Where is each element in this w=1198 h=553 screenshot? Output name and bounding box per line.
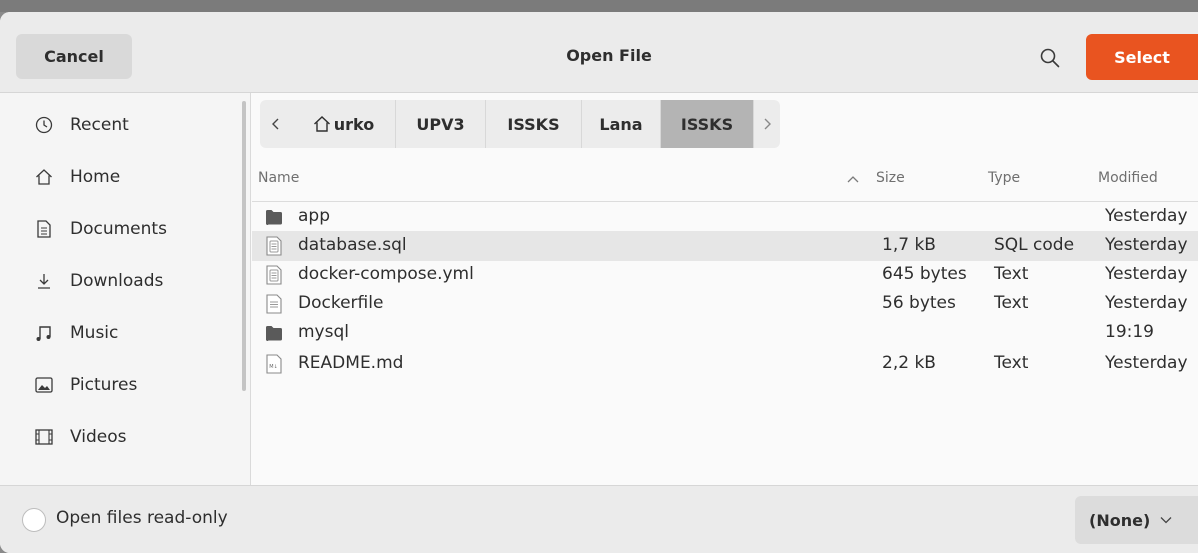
text-file-icon xyxy=(266,294,282,314)
dialog-title: Open File xyxy=(566,46,652,65)
read-only-checkbox[interactable] xyxy=(22,508,46,532)
home-icon xyxy=(34,167,54,187)
file-row-selected[interactable]: database.sql 1,7 kB SQL code Yesterday xyxy=(252,231,1198,261)
file-name: docker-compose.yml xyxy=(298,264,474,284)
svg-text:M↓: M↓ xyxy=(269,364,278,370)
places-sidebar: Recent Home Documents Downloads Music Pi… xyxy=(0,93,251,485)
breadcrumb-item[interactable]: Lana xyxy=(582,100,661,148)
file-type: SQL code xyxy=(994,235,1075,255)
markdown-file-icon: M↓ xyxy=(266,354,282,374)
document-icon xyxy=(34,219,54,239)
folder-icon xyxy=(265,210,282,225)
sort-ascending-icon[interactable] xyxy=(846,174,860,184)
file-modified: Yesterday xyxy=(1105,235,1188,255)
sidebar-item-label: Recent xyxy=(70,115,129,135)
file-name: Dockerfile xyxy=(298,293,384,313)
breadcrumb-item[interactable]: ISSKS xyxy=(486,100,582,148)
file-modified: 19:19 xyxy=(1105,322,1154,342)
sidebar-item-label: Music xyxy=(70,323,119,343)
home-icon xyxy=(313,116,330,132)
download-icon xyxy=(34,271,54,291)
sidebar-item-downloads[interactable]: Downloads xyxy=(0,255,240,307)
file-name: database.sql xyxy=(298,235,407,255)
picture-icon xyxy=(34,375,54,395)
header-bar: Cancel Open File Select xyxy=(0,12,1198,93)
file-size: 645 bytes xyxy=(882,264,967,284)
sidebar-item-documents[interactable]: Documents xyxy=(0,203,240,255)
file-type: Text xyxy=(994,353,1029,373)
breadcrumb-item-current[interactable]: ISSKS xyxy=(661,100,754,148)
file-name: README.md xyxy=(298,353,404,373)
text-file-icon xyxy=(266,236,282,256)
folder-icon xyxy=(265,326,282,341)
file-row[interactable]: docker-compose.yml 645 bytes Text Yester… xyxy=(252,260,1198,290)
sidebar-item-label: Documents xyxy=(70,219,167,239)
column-header-size[interactable]: Size xyxy=(876,170,905,186)
file-row[interactable]: Dockerfile 56 bytes Text Yesterday xyxy=(252,289,1198,319)
column-header-modified[interactable]: Modified xyxy=(1098,170,1158,186)
filter-value: (None) xyxy=(1089,510,1151,530)
column-header-name[interactable]: Name xyxy=(258,170,299,186)
breadcrumb: urko UPV3 ISSKS Lana ISSKS xyxy=(260,100,780,148)
read-only-label: Open files read-only xyxy=(56,508,228,528)
sidebar-item-pictures[interactable]: Pictures xyxy=(0,359,240,411)
file-filter-dropdown[interactable]: (None) xyxy=(1075,496,1198,544)
video-icon xyxy=(34,427,54,447)
file-modified: Yesterday xyxy=(1105,353,1188,373)
breadcrumb-item-home[interactable]: urko xyxy=(292,100,396,148)
file-row[interactable]: app Yesterday xyxy=(252,202,1198,232)
file-name: app xyxy=(298,206,330,226)
sidebar-item-label: Videos xyxy=(70,427,127,447)
file-row[interactable]: mysql 19:19 xyxy=(252,318,1198,348)
breadcrumb-forward-button[interactable] xyxy=(754,100,780,148)
footer-bar: Open files read-only (None) xyxy=(0,485,1198,553)
file-type: Text xyxy=(994,264,1029,284)
search-icon[interactable] xyxy=(1038,46,1062,70)
file-size: 2,2 kB xyxy=(882,353,936,373)
file-size: 56 bytes xyxy=(882,293,956,313)
sidebar-scrollbar[interactable] xyxy=(242,101,246,391)
file-size: 1,7 kB xyxy=(882,235,936,255)
sidebar-item-label: Pictures xyxy=(70,375,138,395)
column-header-type[interactable]: Type xyxy=(988,170,1020,186)
chevron-left-icon xyxy=(272,118,279,130)
file-modified: Yesterday xyxy=(1105,206,1188,226)
breadcrumb-item[interactable]: UPV3 xyxy=(396,100,486,148)
file-modified: Yesterday xyxy=(1105,264,1188,284)
sidebar-item-recent[interactable]: Recent xyxy=(0,99,240,151)
sidebar-item-videos[interactable]: Videos xyxy=(0,411,240,463)
open-file-dialog: Cancel Open File Select Recent Home Docu… xyxy=(0,12,1198,553)
file-modified: Yesterday xyxy=(1105,293,1188,313)
music-icon xyxy=(34,323,54,343)
background-strip xyxy=(0,0,1198,12)
sidebar-item-label: Downloads xyxy=(70,271,164,291)
sidebar-item-home[interactable]: Home xyxy=(0,151,240,203)
text-file-icon xyxy=(266,265,282,285)
select-button[interactable]: Select xyxy=(1086,34,1198,80)
chevron-down-icon xyxy=(1160,517,1172,524)
sidebar-item-music[interactable]: Music xyxy=(0,307,240,359)
file-row[interactable]: M↓ README.md 2,2 kB Text Yesterday xyxy=(252,349,1198,379)
file-type: Text xyxy=(994,293,1029,313)
breadcrumb-label: urko xyxy=(333,114,375,134)
sidebar-item-label: Home xyxy=(70,167,121,187)
file-name: mysql xyxy=(298,322,349,342)
breadcrumb-back-button[interactable] xyxy=(260,100,292,148)
chevron-right-icon xyxy=(764,118,771,130)
clock-icon xyxy=(34,115,54,135)
